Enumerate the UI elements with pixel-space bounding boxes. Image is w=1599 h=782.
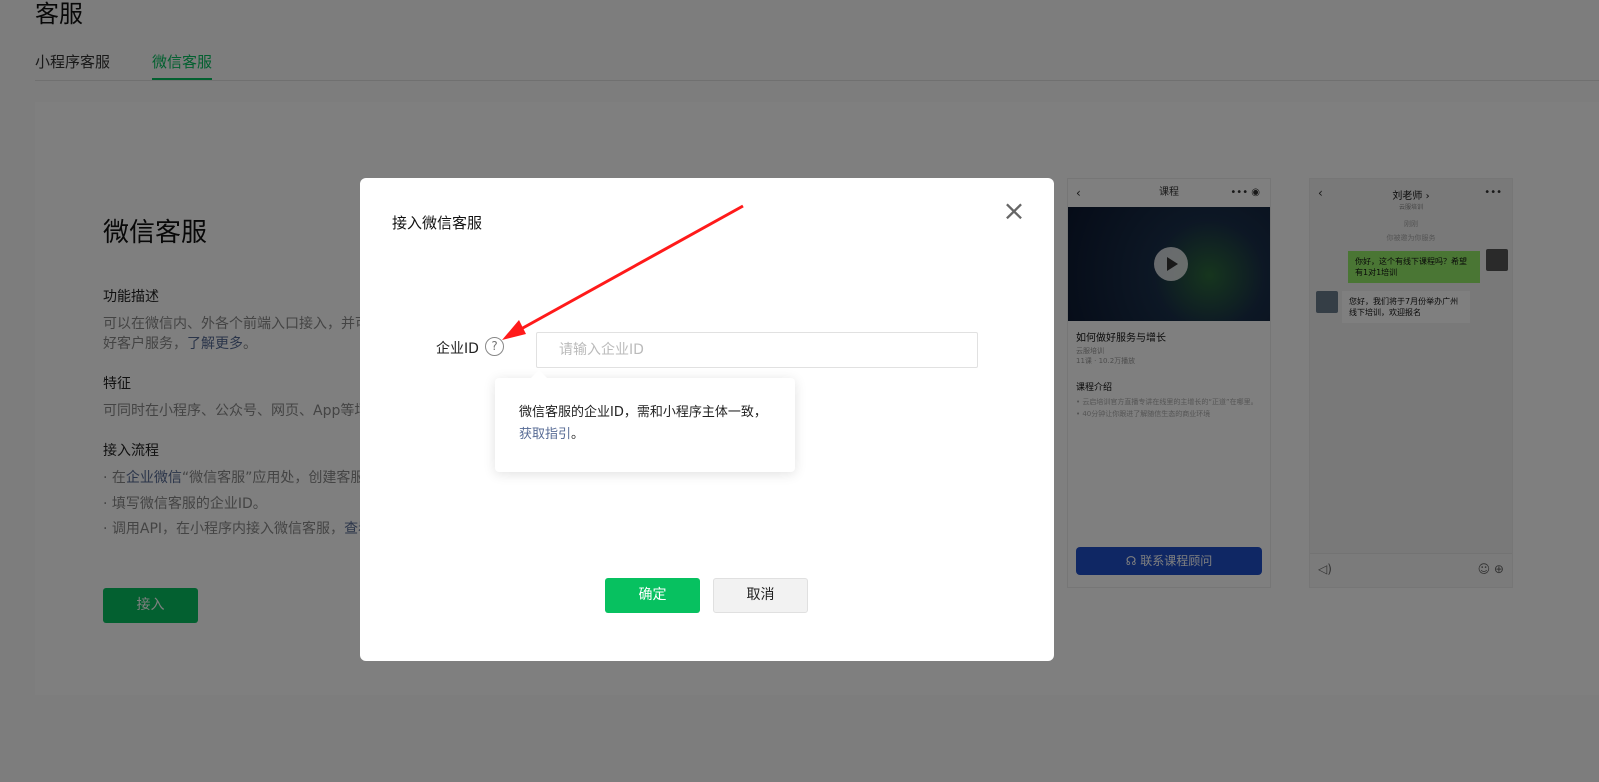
cancel-button[interactable]: 取消: [713, 578, 808, 613]
tooltip-text: 微信客服的企业ID，需和小程序主体一致，: [519, 405, 767, 420]
help-tooltip: 微信客服的企业ID，需和小程序主体一致， 获取指引。: [495, 370, 795, 472]
tooltip-end: 。: [571, 427, 585, 442]
enterprise-id-input[interactable]: [536, 332, 978, 368]
connect-dialog: 接入微信客服 × 企业ID ? 微信客服的企业ID，需和小程序主体一致， 获取指引…: [360, 178, 1054, 661]
enterprise-id-label: 企业ID: [436, 341, 479, 357]
help-icon[interactable]: ?: [485, 337, 504, 356]
dialog-title: 接入微信客服: [392, 214, 483, 232]
confirm-button[interactable]: 确定: [605, 578, 700, 613]
get-guide-link[interactable]: 获取指引: [519, 427, 571, 442]
close-icon[interactable]: ×: [1002, 197, 1026, 225]
